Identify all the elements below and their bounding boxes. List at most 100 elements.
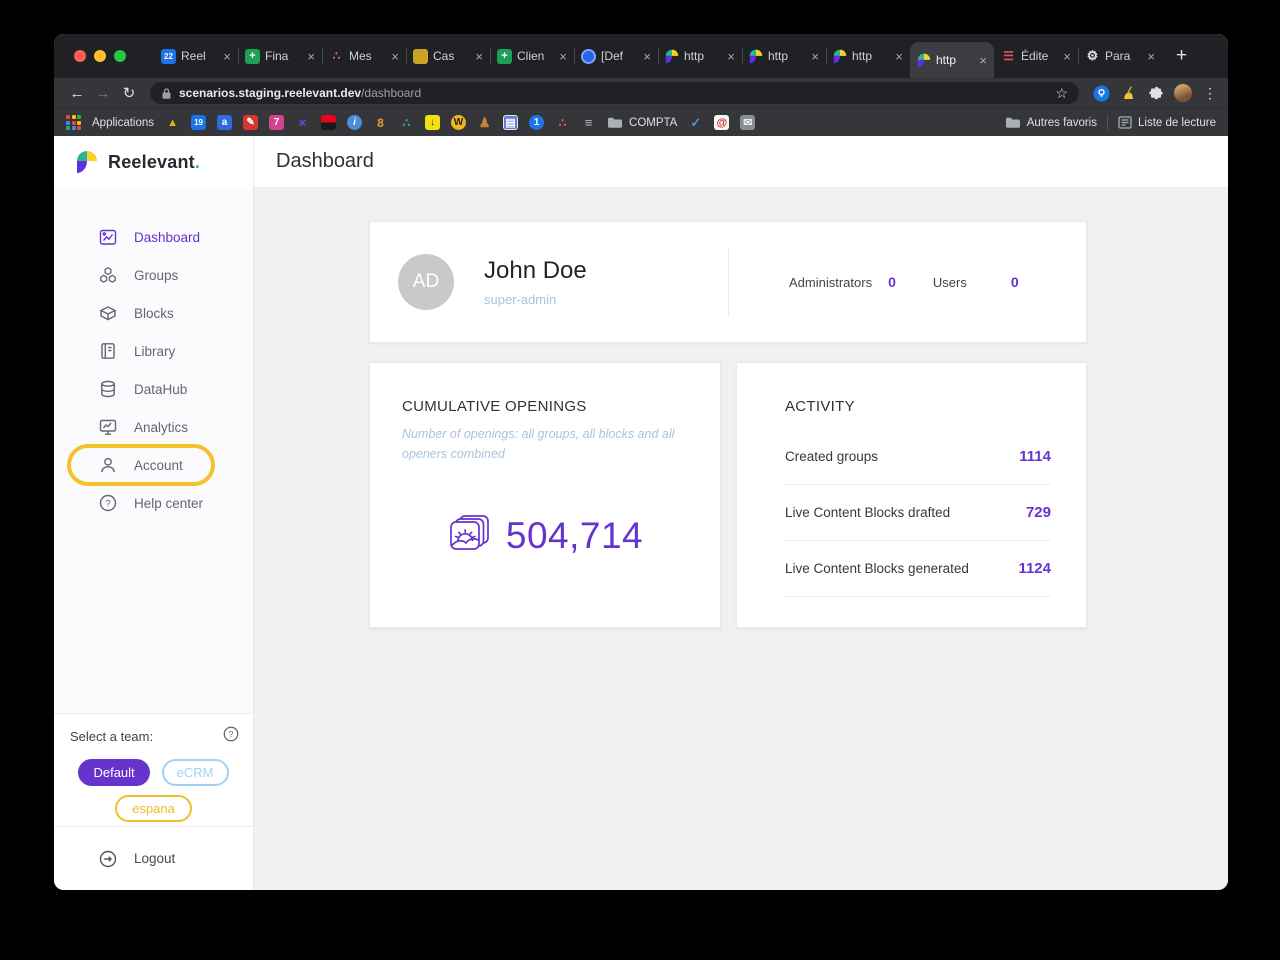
divider — [728, 249, 729, 315]
brand-text: Reelevant — [108, 151, 195, 172]
sidebar: Reelevant. Dashboard Groups Blocks Libra… — [54, 136, 254, 890]
team-help-icon[interactable]: ? — [222, 725, 240, 748]
close-tab-icon[interactable]: × — [979, 53, 987, 68]
address-bar[interactable]: scenarios.staging.reelevant.dev/dashboar… — [150, 82, 1079, 104]
url-host: scenarios.staging.reelevant.dev — [179, 86, 362, 100]
x-icon[interactable]: × — [295, 115, 310, 130]
tab-cas[interactable]: Cas × — [406, 34, 490, 78]
sidebar-item-blocks[interactable]: Blocks — [54, 294, 253, 332]
activity-row-blocks-drafted: Live Content Blocks drafted 729 — [785, 485, 1051, 541]
close-tab-icon[interactable]: × — [727, 49, 735, 64]
activity-row-value: 1114 — [1019, 448, 1051, 465]
tab-fina[interactable]: + Fina × — [238, 34, 322, 78]
mail-icon[interactable]: ✉ — [740, 115, 756, 130]
broom-icon[interactable] — [1121, 85, 1137, 101]
dashboard-icon — [99, 229, 117, 245]
tab-strip: 22 Reel × + Fina × ∴ Mes × Cas × + Clien × [Def × … — [54, 34, 1228, 78]
layers-icon[interactable]: ≡ — [581, 115, 596, 130]
sidebar-item-label: Blocks — [134, 305, 174, 321]
close-tab-icon[interactable]: × — [391, 49, 399, 64]
datahub-icon — [101, 380, 115, 398]
calendar-icon[interactable]: 19 — [191, 115, 207, 130]
maximize-window-button[interactable] — [114, 50, 126, 62]
logout-button[interactable]: Logout — [54, 826, 253, 890]
tab-label: http — [936, 53, 957, 67]
at-icon[interactable]: @ — [714, 115, 730, 130]
close-tab-icon[interactable]: × — [1063, 49, 1071, 64]
tab-edite[interactable]: ☰ Édite × — [994, 34, 1078, 78]
profile-avatar[interactable] — [1174, 84, 1192, 102]
info-icon[interactable]: i — [347, 115, 363, 130]
tab-reel[interactable]: 22 Reel × — [154, 34, 238, 78]
tab-http-3[interactable]: http × — [826, 34, 910, 78]
close-tab-icon[interactable]: × — [223, 49, 231, 64]
applications-bookmark[interactable]: Applications — [92, 117, 154, 129]
bookmark-star-icon[interactable]: ☆ — [1055, 85, 1068, 102]
asana-icon[interactable]: ∴ — [555, 115, 570, 130]
tab-clien[interactable]: + Clien × — [490, 34, 574, 78]
framer-icon[interactable]: 7 — [269, 115, 285, 130]
compta-folder[interactable]: COMPTA — [607, 116, 677, 129]
brand-dot: . — [194, 151, 201, 172]
close-tab-icon[interactable]: × — [559, 49, 567, 64]
brand[interactable]: Reelevant. — [54, 136, 253, 188]
editor-icon: ☰ — [1003, 49, 1014, 63]
calendar-icon: 22 — [161, 48, 176, 64]
drive-icon[interactable]: ▲ — [165, 115, 180, 130]
extensions-puzzle-icon[interactable] — [1148, 86, 1163, 101]
forward-button[interactable]: → — [90, 85, 116, 102]
user-card: AD John Doe super-admin Administrators 0… — [369, 221, 1087, 343]
back-button[interactable]: ← — [64, 85, 90, 102]
card-icon[interactable]: ▤ — [503, 115, 519, 130]
onepassword-icon[interactable]: 1 — [529, 115, 545, 130]
team-chip-espana[interactable]: espana — [115, 795, 192, 822]
reload-button[interactable]: ↻ — [116, 84, 142, 102]
download-icon[interactable]: ↓ — [425, 115, 441, 130]
close-tab-icon[interactable]: × — [895, 49, 903, 64]
onepassword-icon[interactable] — [1093, 85, 1110, 102]
reelevant-icon — [665, 49, 679, 63]
key-icon[interactable]: 8 — [373, 115, 388, 130]
tab-para[interactable]: ⚙ Para × — [1078, 34, 1162, 78]
close-tab-icon[interactable]: × — [307, 49, 315, 64]
close-tab-icon[interactable]: × — [1147, 49, 1155, 64]
chrome-menu-icon[interactable]: ⋮ — [1203, 85, 1218, 102]
close-tab-icon[interactable]: × — [643, 49, 651, 64]
wordreference-icon[interactable]: W — [451, 115, 467, 130]
sidebar-item-help-center[interactable]: ? Help center — [54, 484, 253, 522]
reading-list-label: Liste de lecture — [1138, 116, 1216, 129]
pen-icon[interactable]: ✎ — [243, 115, 259, 130]
sidebar-item-dashboard[interactable]: Dashboard — [54, 218, 253, 256]
docs-icon[interactable]: a — [217, 115, 233, 130]
sg-flag-icon[interactable] — [321, 115, 337, 130]
minimize-window-button[interactable] — [94, 50, 106, 62]
team-selector: Select a team: ? Default eCRM espana — [54, 713, 253, 826]
sheets-icon: + — [245, 48, 260, 64]
tab-label: Para — [1105, 49, 1131, 63]
user-avatar: AD — [398, 254, 454, 310]
new-tab-button[interactable]: + — [1176, 45, 1187, 67]
close-window-button[interactable] — [74, 50, 86, 62]
sidebar-item-groups[interactable]: Groups — [54, 256, 253, 294]
check-icon[interactable]: ✓ — [688, 115, 703, 130]
reading-list[interactable]: Liste de lecture — [1118, 116, 1216, 129]
molecule-icon[interactable]: ∴ — [399, 115, 414, 130]
team-chip-default[interactable]: Default — [78, 759, 150, 786]
tab-http-2[interactable]: http × — [742, 34, 826, 78]
apps-grid-icon[interactable] — [66, 115, 81, 130]
close-tab-icon[interactable]: × — [811, 49, 819, 64]
other-bookmarks-folder[interactable]: Autres favoris — [1005, 116, 1097, 129]
tab-def[interactable]: [Def × — [574, 34, 658, 78]
sidebar-item-library[interactable]: Library — [54, 332, 253, 370]
team-chip-ecrm[interactable]: eCRM — [161, 759, 229, 786]
sidebar-item-account[interactable]: Account — [54, 446, 253, 484]
tab-http-1[interactable]: http × — [658, 34, 742, 78]
activity-title: ACTIVITY — [785, 398, 855, 415]
person-icon[interactable]: ♟ — [477, 115, 492, 130]
close-tab-icon[interactable]: × — [475, 49, 483, 64]
user-role: super-admin — [484, 292, 557, 307]
sidebar-item-analytics[interactable]: Analytics — [54, 408, 253, 446]
tab-http-active[interactable]: http × — [910, 42, 994, 78]
tab-mes[interactable]: ∴ Mes × — [322, 34, 406, 78]
sidebar-item-datahub[interactable]: DataHub — [54, 370, 253, 408]
